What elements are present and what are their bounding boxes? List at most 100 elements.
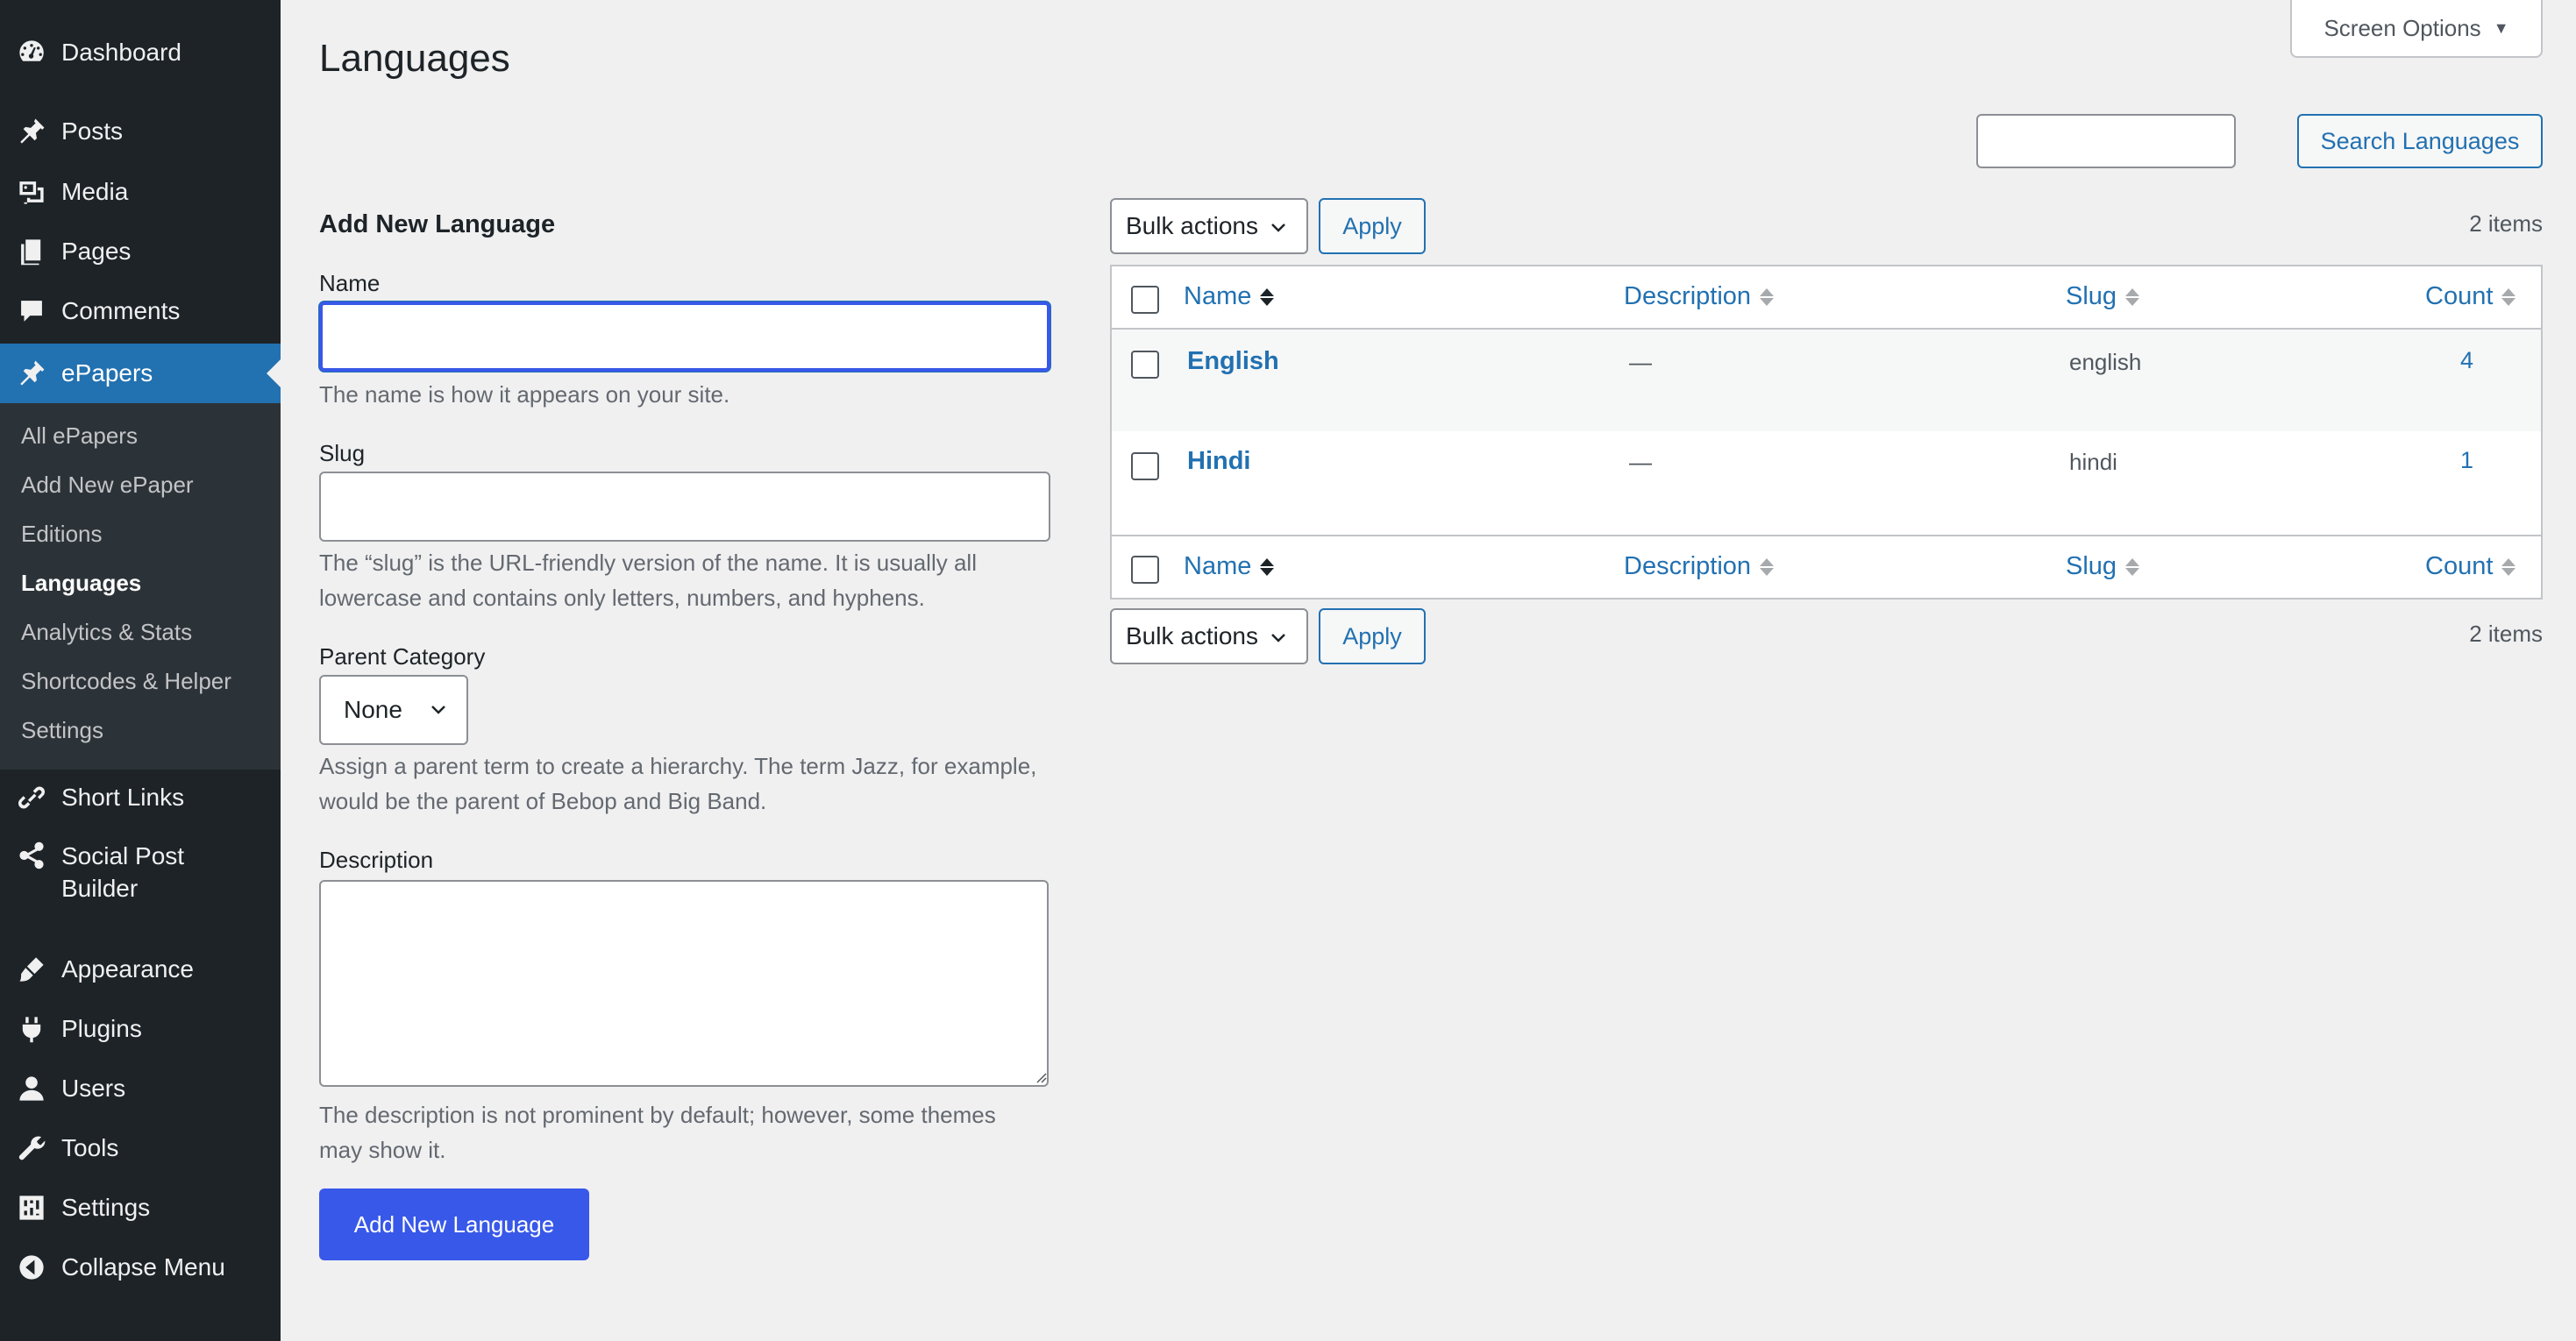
column-header-slug[interactable]: Slug xyxy=(2066,282,2140,311)
plugin-icon xyxy=(16,1013,47,1045)
menu-label: Media xyxy=(61,178,129,205)
submenu-item-all-epapers[interactable]: All ePapers xyxy=(21,422,138,450)
submenu-item-shortcodes[interactable]: Shortcodes & Helper xyxy=(21,668,231,695)
menu-label: Plugins xyxy=(61,1015,142,1042)
menu-label: Posts xyxy=(61,117,124,145)
row-checkbox[interactable] xyxy=(1131,351,1159,379)
apply-button-bottom[interactable]: Apply xyxy=(1319,608,1426,664)
column-footer-description[interactable]: Description xyxy=(1624,552,1775,581)
brush-icon xyxy=(16,954,47,985)
sort-indicator-icon xyxy=(1760,557,1775,576)
items-count-bottom: 2 items xyxy=(2469,621,2543,647)
bulk-actions-select-bottom[interactable]: Bulk actions xyxy=(1110,608,1308,664)
pin-icon xyxy=(16,358,47,389)
row-checkbox[interactable] xyxy=(1131,452,1159,480)
pages-icon xyxy=(16,236,47,267)
menu-label: Short Links xyxy=(61,784,185,811)
screen-options-button[interactable]: Screen Options ▼ xyxy=(2290,0,2543,58)
column-footer-slug[interactable]: Slug xyxy=(2066,552,2140,581)
submenu-item-analytics[interactable]: Analytics & Stats xyxy=(21,619,192,646)
user-icon xyxy=(16,1073,47,1104)
column-label: Name xyxy=(1184,282,1252,310)
menu-item-posts[interactable]: Posts xyxy=(0,105,281,158)
sort-indicator-icon xyxy=(1260,557,1275,576)
comment-icon xyxy=(16,295,47,327)
chevron-down-icon xyxy=(431,706,445,714)
slug-input[interactable] xyxy=(319,472,1050,542)
search-input[interactable] xyxy=(1976,114,2236,168)
language-name-link[interactable]: English xyxy=(1187,347,1279,376)
wrench-icon xyxy=(16,1132,47,1164)
submenu-item-editions[interactable]: Editions xyxy=(21,521,103,548)
languages-table: Name Description Slug Count English — en… xyxy=(1110,265,2543,600)
caret-down-icon: ▼ xyxy=(2493,18,2509,37)
parent-category-select[interactable]: None xyxy=(319,675,468,745)
menu-item-short-links[interactable]: Short Links xyxy=(0,771,281,824)
parent-category-value: None xyxy=(344,696,402,723)
submenu-item-add-new-epaper[interactable]: Add New ePaper xyxy=(21,472,194,499)
menu-item-dashboard[interactable]: Dashboard xyxy=(0,26,281,79)
description-textarea[interactable] xyxy=(319,880,1049,1087)
menu-item-epapers[interactable]: ePapers xyxy=(0,344,281,403)
language-name-link[interactable]: Hindi xyxy=(1187,447,1251,476)
settings-icon xyxy=(16,1192,47,1224)
menu-label: Pages xyxy=(61,238,132,265)
menu-item-settings[interactable]: Settings xyxy=(0,1181,281,1234)
column-label: Count xyxy=(2425,282,2494,310)
column-header-description[interactable]: Description xyxy=(1624,282,1775,311)
language-slug: english xyxy=(2069,349,2142,375)
menu-label: Collapse Menu xyxy=(61,1253,225,1281)
menu-item-social-post-builder[interactable]: Social Post Builder xyxy=(0,831,281,905)
column-header-name[interactable]: Name xyxy=(1184,282,1275,311)
name-help-text: The name is how it appears on your site. xyxy=(319,381,730,408)
menu-item-media[interactable]: Media xyxy=(0,166,281,218)
screen-options-label: Screen Options xyxy=(2323,14,2481,41)
menu-label: Comments xyxy=(61,297,181,324)
menu-item-pages[interactable]: Pages xyxy=(0,225,281,278)
bulk-actions-select-top[interactable]: Bulk actions xyxy=(1110,198,1308,254)
menu-label: Settings xyxy=(61,1194,151,1221)
table-header-row: Name Description Slug Count xyxy=(1112,266,2541,330)
language-description: — xyxy=(1629,449,1652,475)
collapse-menu-button[interactable]: Collapse Menu xyxy=(0,1241,281,1294)
table-row: English — english 4 xyxy=(1112,330,2541,431)
search-languages-button[interactable]: Search Languages xyxy=(2297,114,2543,168)
media-icon xyxy=(16,176,47,208)
items-count-top: 2 items xyxy=(2469,210,2543,237)
menu-item-comments[interactable]: Comments xyxy=(0,285,281,337)
table-footer-row: Name Description Slug Count xyxy=(1112,535,2541,598)
language-description: — xyxy=(1629,349,1652,375)
menu-label: ePapers xyxy=(61,359,153,387)
menu-item-plugins[interactable]: Plugins xyxy=(0,1003,281,1055)
resize-handle-icon[interactable] xyxy=(1033,1069,1047,1083)
chevron-down-icon xyxy=(1271,634,1285,642)
language-count-link[interactable]: 4 xyxy=(2460,347,2473,374)
menu-item-appearance[interactable]: Appearance xyxy=(0,943,281,996)
bulk-actions-label: Bulk actions xyxy=(1126,212,1258,239)
name-input[interactable] xyxy=(319,302,1050,372)
column-footer-count[interactable]: Count xyxy=(2425,552,2516,581)
slug-label: Slug xyxy=(319,440,366,466)
pin-icon xyxy=(16,116,47,147)
column-label: Slug xyxy=(2066,282,2117,310)
slug-help-text: The “slug” is the URL-friendly version o… xyxy=(319,550,977,611)
menu-item-users[interactable]: Users xyxy=(0,1062,281,1115)
language-count-link[interactable]: 1 xyxy=(2460,447,2473,474)
add-new-language-button[interactable]: Add New Language xyxy=(319,1188,589,1260)
description-help-text: The description is not prominent by defa… xyxy=(319,1102,996,1163)
menu-label: Social Post Builder xyxy=(61,842,185,902)
parent-category-label: Parent Category xyxy=(319,643,486,670)
menu-item-tools[interactable]: Tools xyxy=(0,1122,281,1174)
column-label: Description xyxy=(1624,282,1752,310)
column-header-count[interactable]: Count xyxy=(2425,282,2516,311)
bulk-actions-label: Bulk actions xyxy=(1126,622,1258,649)
epapers-submenu: All ePapers Add New ePaper Editions Lang… xyxy=(0,403,281,770)
submenu-item-settings[interactable]: Settings xyxy=(21,717,103,744)
column-footer-name[interactable]: Name xyxy=(1184,552,1275,581)
column-label: Name xyxy=(1184,552,1252,580)
select-all-checkbox[interactable] xyxy=(1131,286,1159,314)
submenu-item-languages[interactable]: Languages xyxy=(21,570,141,597)
admin-sidebar: Dashboard Posts Media Pages Comments ePa… xyxy=(0,0,281,1341)
apply-button-top[interactable]: Apply xyxy=(1319,198,1426,254)
select-all-checkbox[interactable] xyxy=(1131,556,1159,584)
